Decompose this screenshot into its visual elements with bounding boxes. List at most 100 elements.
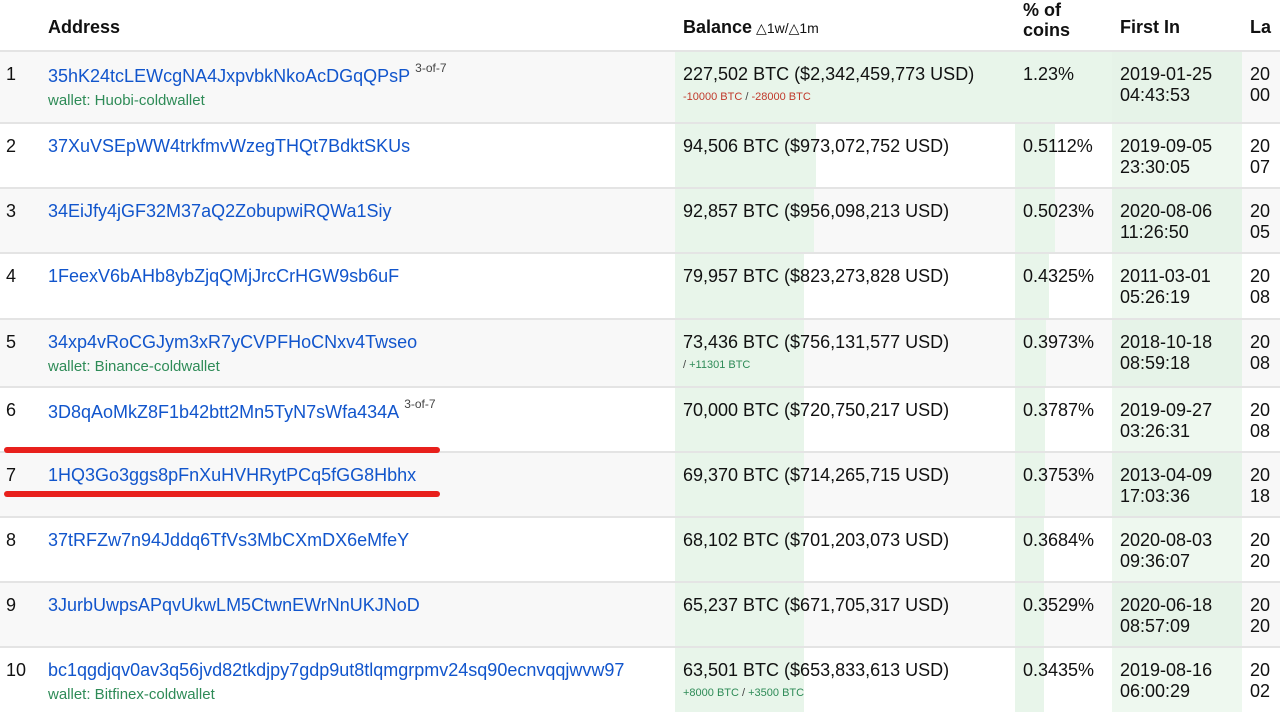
address-header[interactable]: Address (40, 0, 675, 51)
balance-cell: 94,506 BTC ($973,072,752 USD) (675, 123, 1015, 188)
last-in-time: 00 (1250, 85, 1271, 105)
last-in-time: 05 (1250, 222, 1271, 242)
balance-cell: 227,502 BTC ($2,342,459,773 USD) -10000 B… (675, 51, 1015, 123)
rich-list-table: Address Balance △1w/△1m % of coins First I… (0, 0, 1280, 712)
balance-cell: 63,501 BTC ($653,833,613 USD) +8000 BTC /… (675, 647, 1015, 712)
address-link[interactable]: 3JurbUwpsAPqvUkwLM5CtwnEWrNnUKJNoD (48, 595, 420, 615)
rank-cell: 5 (6, 332, 17, 352)
table-row: 9 3JurbUwpsAPqvUkwLM5CtwnEWrNnUKJNoD 65,… (0, 582, 1280, 647)
rank-header (0, 0, 40, 51)
address-link[interactable]: 1HQ3Go3ggs8pFnXuHVHRytPCq5fGG8Hbhx (48, 465, 416, 485)
balance-value: 63,501 BTC ($653,833,613 USD) (683, 660, 950, 680)
first-in-date: 2019-09-27 (1120, 400, 1213, 420)
rank-cell: 3 (6, 201, 17, 221)
address-cell: 1HQ3Go3ggs8pFnXuHVHRytPCq5fGG8Hbhx (40, 452, 675, 517)
first-in-time: 17:03:36 (1120, 486, 1191, 506)
address-link[interactable]: 35hK24tcLEWcgNA4JxpvbkNkoAcDGqQPsP (48, 66, 410, 86)
address-link[interactable]: 37tRFZw7n94Jddq6TfVs3MbCXmDX6eMfeY (48, 530, 409, 550)
balance-value: 94,506 BTC ($973,072,752 USD) (683, 136, 950, 156)
last-in-cell: 20 07 (1242, 123, 1280, 188)
table-row: 5 34xp4vRoCGJym3xR7yCVPFHoCNxv4Twseo wall… (0, 319, 1280, 387)
pct-coins-cell: 0.3787% (1015, 387, 1112, 452)
last-in-date: 20 (1250, 530, 1271, 550)
rank-cell: 10 (6, 660, 27, 680)
annotation-underline-bottom (4, 491, 440, 497)
first-in-time: 08:59:18 (1120, 353, 1191, 373)
first-in-header[interactable]: First In (1112, 0, 1242, 51)
last-in-time: 02 (1250, 681, 1271, 701)
table-row: 3 34EiJfy4jGF32M37aQ2ZobupwiRQWa1Siy 92,… (0, 188, 1280, 253)
multisig-label: 3-of-7 (415, 61, 447, 75)
multisig-label: 3-of-7 (404, 397, 436, 411)
first-in-cell: 2019-09-27 03:26:31 (1112, 387, 1242, 452)
balance-cell: 92,857 BTC ($956,098,213 USD) (675, 188, 1015, 253)
last-in-date: 20 (1250, 266, 1271, 286)
first-in-date: 2020-06-18 (1120, 595, 1213, 615)
table-row: 7 1HQ3Go3ggs8pFnXuHVHRytPCq5fGG8Hbhx 69,… (0, 452, 1280, 517)
rank-cell: 6 (6, 400, 17, 420)
address-cell: 35hK24tcLEWcgNA4JxpvbkNkoAcDGqQPsP 3-of-7… (40, 51, 675, 123)
pct-coins-cell: 0.5112% (1015, 123, 1112, 188)
balance-cell: 65,237 BTC ($671,705,317 USD) (675, 582, 1015, 647)
delta-1m: +3500 BTC (748, 687, 805, 699)
first-in-time: 04:43:53 (1120, 85, 1191, 105)
table-row: 6 3D8qAoMkZ8F1b42btt2Mn5TyN7sWfa434A 3-of… (0, 387, 1280, 452)
address-link[interactable]: 34xp4vRoCGJym3xR7yCVPFHoCNxv4Twseo (48, 332, 417, 352)
address-link[interactable]: 3D8qAoMkZ8F1b42btt2Mn5TyN7sWfa434A (48, 402, 399, 422)
address-link[interactable]: bc1qgdjqv0av3q56jvd82tkdjpy7gdp9ut8tlqmg… (48, 660, 624, 680)
address-link[interactable]: 1FeexV6bAHb8ybZjqQMjJrcCrHGW9sb6uF (48, 266, 399, 286)
table-row: 10 bc1qgdjqv0av3q56jvd82tkdjpy7gdp9ut8tl… (0, 647, 1280, 712)
address-cell: 1FeexV6bAHb8ybZjqQMjJrcCrHGW9sb6uF (40, 253, 675, 319)
wallet-label[interactable]: wallet: Huobi-coldwallet (48, 92, 675, 109)
balance-value: 73,436 BTC ($756,131,577 USD) (683, 332, 950, 352)
address-link[interactable]: 37XuVSEpWW4trkfmvWzegTHQt7BdktSKUs (48, 136, 410, 156)
address-cell: bc1qgdjqv0av3q56jvd82tkdjpy7gdp9ut8tlqmg… (40, 647, 675, 712)
balance-header[interactable]: Balance △1w/△1m (675, 0, 1015, 51)
wallet-label[interactable]: wallet: Binance-coldwallet (48, 358, 675, 375)
pct-coins-cell: 0.3973% (1015, 319, 1112, 387)
address-link[interactable]: 34EiJfy4jGF32M37aQ2ZobupwiRQWa1Siy (48, 201, 391, 221)
address-cell: 34xp4vRoCGJym3xR7yCVPFHoCNxv4Twseo wallet… (40, 319, 675, 387)
pct-coins-cell: 1.23% (1015, 51, 1112, 123)
last-in-date: 20 (1250, 595, 1271, 615)
first-in-time: 23:30:05 (1120, 157, 1191, 177)
address-cell: 34EiJfy4jGF32M37aQ2ZobupwiRQWa1Siy (40, 188, 675, 253)
pct-coins-header[interactable]: % of coins (1015, 0, 1112, 51)
last-in-cell: 20 20 (1242, 517, 1280, 582)
first-in-time: 06:00:29 (1120, 681, 1191, 701)
delta-1w: +8000 BTC (683, 687, 739, 699)
last-in-header[interactable]: La (1242, 0, 1280, 51)
pct-coins-cell: 0.3753% (1015, 452, 1112, 517)
balance-deltas: -10000 BTC / -28000 BTC (683, 91, 1015, 103)
last-in-date: 20 (1250, 136, 1271, 156)
wallet-label[interactable]: wallet: Bitfinex-coldwallet (48, 686, 675, 703)
first-in-cell: 2019-09-05 23:30:05 (1112, 123, 1242, 188)
last-in-time: 08 (1250, 287, 1271, 307)
delta-1m: -28000 BTC (751, 91, 811, 103)
last-in-date: 20 (1250, 660, 1271, 680)
table-row: 4 1FeexV6bAHb8ybZjqQMjJrcCrHGW9sb6uF 79,… (0, 253, 1280, 319)
pct-coins-cell: 0.3435% (1015, 647, 1112, 712)
balance-cell: 73,436 BTC ($756,131,577 USD) / +11301 BT… (675, 319, 1015, 387)
first-in-cell: 2018-10-18 08:59:18 (1112, 319, 1242, 387)
rank-cell: 1 (6, 64, 17, 84)
first-in-date: 2011-03-01 (1120, 266, 1211, 286)
balance-value: 69,370 BTC ($714,265,715 USD) (683, 465, 950, 485)
delta-1w: -10000 BTC (683, 91, 743, 103)
address-cell: 37XuVSEpWW4trkfmvWzegTHQt7BdktSKUs (40, 123, 675, 188)
last-in-cell: 20 08 (1242, 253, 1280, 319)
balance-cell: 68,102 BTC ($701,203,073 USD) (675, 517, 1015, 582)
last-in-date: 20 (1250, 64, 1271, 84)
balance-value: 227,502 BTC ($2,342,459,773 USD) (683, 64, 975, 84)
last-in-time: 20 (1250, 616, 1271, 636)
last-in-date: 20 (1250, 332, 1271, 352)
first-in-date: 2019-09-05 (1120, 136, 1213, 156)
first-in-time: 11:26:50 (1120, 222, 1189, 242)
last-in-cell: 20 08 (1242, 319, 1280, 387)
delta-separator: / (738, 687, 749, 699)
table-header-row: Address Balance △1w/△1m % of coins First I… (0, 0, 1280, 51)
last-in-time: 07 (1250, 157, 1271, 177)
balance-value: 65,237 BTC ($671,705,317 USD) (683, 595, 950, 615)
balance-deltas: / +11301 BTC (683, 359, 1015, 371)
rank-cell: 9 (6, 595, 17, 615)
